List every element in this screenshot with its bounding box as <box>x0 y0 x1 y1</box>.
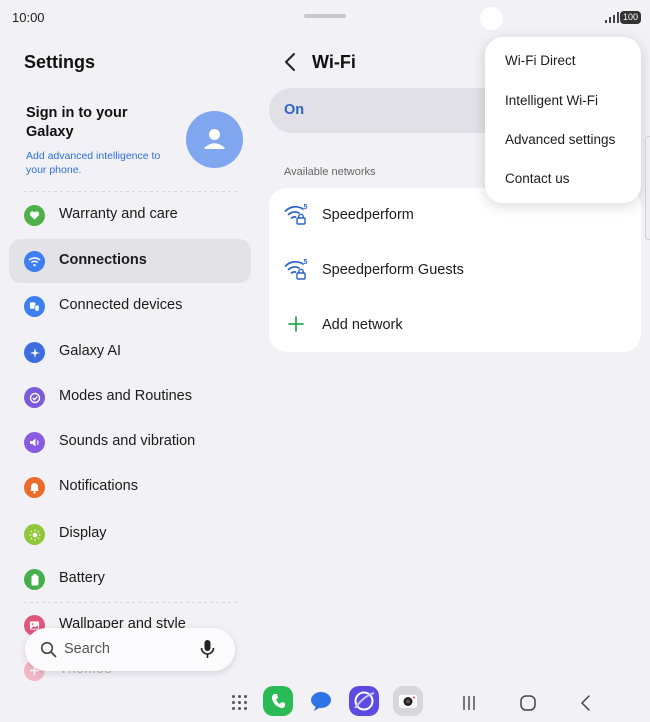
section-label: Available networks <box>284 166 376 178</box>
overflow-menu: Wi-Fi Direct Intelligent Wi-Fi Advanced … <box>485 37 641 203</box>
menu-item-contact-us[interactable]: Contact us <box>505 171 570 186</box>
sidebar-item-battery[interactable]: Battery <box>9 557 251 601</box>
taskbar <box>0 684 650 722</box>
phone-app-icon[interactable] <box>263 686 293 716</box>
browser-app-icon[interactable] <box>349 686 379 716</box>
battery-icon: 100 <box>620 11 641 24</box>
add-network-label: Add network <box>322 317 403 333</box>
avatar[interactable] <box>186 111 243 168</box>
camera-cutout <box>480 7 503 30</box>
person-icon <box>204 129 225 149</box>
app-drawer-icon[interactable] <box>231 694 248 711</box>
menu-item-wifi-direct[interactable]: Wi-Fi Direct <box>505 53 576 68</box>
sidebar-item-notifications[interactable]: Notifications <box>9 465 251 509</box>
sidebar-item-modes-routines[interactable]: Modes and Routines <box>9 375 251 419</box>
menu-item-intelligent-wifi[interactable]: Intelligent Wi-Fi <box>505 93 598 108</box>
sparkle-icon <box>24 342 45 363</box>
sidebar-item-label: Sounds and vibration <box>59 433 196 449</box>
search-input[interactable]: Search <box>64 641 110 657</box>
camera-app-icon[interactable] <box>393 686 423 716</box>
back-icon[interactable] <box>578 694 594 712</box>
wifi-locked-icon: 5 <box>284 259 308 280</box>
home-icon[interactable] <box>519 694 537 712</box>
sidebar-item-connections[interactable]: Connections <box>9 239 251 283</box>
sidebar-item-label: Modes and Routines <box>59 388 192 404</box>
heart-icon <box>24 205 45 226</box>
search-bar[interactable]: Search <box>25 628 235 671</box>
recent-apps-icon[interactable] <box>461 695 477 711</box>
status-bar: 10:00 100 <box>0 0 650 34</box>
check-circle-icon <box>24 387 45 408</box>
network-band: 5 <box>304 259 308 266</box>
back-arrow-icon[interactable] <box>281 51 301 73</box>
devices-icon <box>24 296 45 317</box>
drag-handle[interactable] <box>304 14 346 18</box>
plus-icon <box>288 316 304 332</box>
sidebar-item-galaxy-ai[interactable]: Galaxy AI <box>9 330 251 374</box>
sidebar-item-label: Connections <box>59 252 147 268</box>
battery-icon <box>24 569 45 590</box>
sidebar-item-label: Battery <box>59 570 105 586</box>
divider <box>24 191 237 192</box>
network-item[interactable]: 5 Speedperform Guests <box>269 243 641 298</box>
signal-icon <box>605 12 619 23</box>
network-band: 5 <box>304 204 308 211</box>
sidebar-item-label: Display <box>59 525 107 541</box>
messages-app-icon[interactable] <box>306 686 336 716</box>
network-name: Speedperform Guests <box>322 262 464 278</box>
wifi-icon <box>24 251 45 272</box>
search-icon <box>40 641 57 658</box>
sidebar-item-label: Connected devices <box>59 297 183 313</box>
sidebar-item-label: Notifications <box>59 478 138 494</box>
network-list: 5 Speedperform 5 Speedperform Guests Add… <box>269 188 641 352</box>
sidebar-item-sounds[interactable]: Sounds and vibration <box>9 420 251 464</box>
sun-icon <box>24 524 45 545</box>
wifi-locked-icon: 5 <box>284 204 308 225</box>
sidebar-item-connected-devices[interactable]: Connected devices <box>9 284 251 328</box>
menu-item-advanced-settings[interactable]: Advanced settings <box>505 132 615 147</box>
status-time: 10:00 <box>12 10 45 25</box>
wifi-title: Wi-Fi <box>312 52 356 72</box>
add-network-button[interactable]: Add network <box>269 298 641 353</box>
account-subtitle: Add advanced intelligence to your phone. <box>26 150 161 176</box>
sidebar-item-warranty[interactable]: Warranty and care <box>9 193 251 237</box>
sidebar-item-label: Galaxy AI <box>59 343 122 359</box>
network-name: Speedperform <box>322 207 414 223</box>
account-title: Sign in to your Galaxy <box>26 105 128 140</box>
edge-panel-handle[interactable] <box>645 136 650 240</box>
speaker-icon <box>24 432 45 453</box>
wifi-toggle-label: On <box>284 102 305 118</box>
mic-icon[interactable] <box>199 639 216 660</box>
bell-icon <box>24 477 45 498</box>
page-title: Settings <box>24 52 96 72</box>
sidebar-item-label: Warranty and care <box>59 206 178 222</box>
sidebar-item-display[interactable]: Display <box>9 512 251 556</box>
